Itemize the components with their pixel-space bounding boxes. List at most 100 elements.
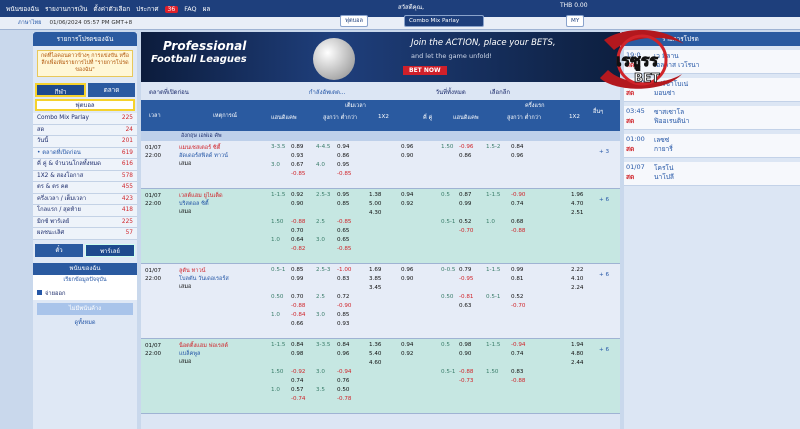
menu-item[interactable]: Combo Mix Parlay 225 <box>33 113 137 125</box>
league-select[interactable]: เลือกลีก <box>490 87 510 97</box>
selected-sport[interactable]: ฟุตบอล <box>35 99 135 111</box>
menu-item[interactable]: วันนี้ 201 <box>33 136 137 148</box>
refresh-link[interactable]: กำลังอัพเดต... <box>309 87 346 97</box>
odds-cell[interactable]: 2.44 <box>571 360 583 366</box>
odds-cell[interactable]: 2.22 <box>571 267 583 273</box>
odds-cell[interactable]: 0.66 <box>291 321 303 327</box>
odds-cell[interactable]: -0.78 <box>337 396 351 402</box>
odds-cell[interactable]: 3.45 <box>369 285 381 291</box>
odds-cell[interactable]: -1.00 <box>337 267 351 273</box>
odds-cell[interactable]: 0.90 <box>401 276 413 282</box>
odds-cell[interactable]: 0.96 <box>511 153 523 159</box>
odds-cell[interactable]: 0.52 <box>511 294 523 300</box>
away-team[interactable]: แบล็คพูล <box>179 350 200 358</box>
nav-my-bets[interactable]: พนันของฉัน <box>6 4 39 14</box>
odds-cell[interactable]: 4.80 <box>571 351 583 357</box>
odds-cell[interactable]: 0.87 <box>459 192 471 198</box>
odds-cell[interactable]: 0.92 <box>401 351 413 357</box>
nav-results[interactable]: ผล <box>203 4 211 14</box>
odds-cell[interactable]: 1.94 <box>571 342 583 348</box>
odds-cell[interactable]: 1.36 <box>369 342 381 348</box>
home-team[interactable]: แมนเชสเตอร์ ซิตี้ <box>179 144 220 152</box>
odds-cell[interactable]: 0.98 <box>459 342 471 348</box>
menu-item[interactable]: สด 24 <box>33 124 137 136</box>
odds-cell[interactable]: 0.85 <box>291 267 303 273</box>
odds-cell[interactable]: -0.96 <box>459 144 473 150</box>
odds-cell[interactable]: 0.99 <box>459 201 471 207</box>
more-markets-link[interactable]: + 6 <box>599 272 609 278</box>
odds-cell[interactable]: 0.93 <box>291 153 303 159</box>
odds-cell[interactable]: -0.82 <box>291 246 305 252</box>
odds-cell[interactable]: 0.50 <box>337 387 349 393</box>
menu-item[interactable]: ตร & ตร คต 455 <box>33 182 137 194</box>
odds-cell[interactable]: 0.95 <box>337 192 349 198</box>
odds-cell[interactable]: -0.94 <box>337 369 351 375</box>
home-team[interactable]: ลูตัน ทาวน์ <box>179 267 205 275</box>
odds-cell[interactable]: 0.52 <box>459 219 471 225</box>
odds-cell[interactable]: 0.96 <box>401 144 413 150</box>
odds-cell[interactable]: -0.95 <box>459 276 473 282</box>
odds-cell[interactable]: -0.85 <box>291 171 305 177</box>
promo-banner[interactable]: Professional Football Leagues Join the A… <box>141 32 620 82</box>
odds-cell[interactable]: -0.88 <box>291 219 305 225</box>
odds-cell[interactable]: -0.88 <box>291 303 305 309</box>
odds-cell[interactable]: 0.92 <box>401 201 413 207</box>
odds-cell[interactable]: 0.90 <box>291 201 303 207</box>
odds-cell[interactable]: 4.30 <box>369 210 381 216</box>
odds-cell[interactable]: 0.96 <box>401 267 413 273</box>
odds-cell[interactable]: 0.99 <box>511 267 523 273</box>
league-row[interactable]: อังกฤษ เอฟเอ คัพ <box>141 131 620 141</box>
odds-cell[interactable]: 5.40 <box>369 351 381 357</box>
odds-cell[interactable]: 0.65 <box>337 237 349 243</box>
odds-cell[interactable]: 0.76 <box>337 378 349 384</box>
more-markets-link[interactable]: + 6 <box>599 197 609 203</box>
odds-cell[interactable]: 0.74 <box>511 351 523 357</box>
menu-item[interactable]: มิกซ์ พาร์เลย์ 225 <box>33 216 137 228</box>
away-team[interactable]: บริสตอล ซิตี้ <box>179 200 209 208</box>
odds-cell[interactable]: 0.84 <box>511 144 523 150</box>
odds-cell[interactable]: 0.90 <box>459 351 471 357</box>
odds-cell[interactable]: 0.94 <box>337 144 349 150</box>
menu-item[interactable]: โกลแรก / สุดท้าย 418 <box>33 205 137 217</box>
odds-cell[interactable]: -0.90 <box>337 303 351 309</box>
odds-cell[interactable]: 0.81 <box>511 276 523 282</box>
menu-item[interactable]: ครึ่งเวลา / เต็มเวลา 423 <box>33 193 137 205</box>
menu-item[interactable]: คี่ คู่ & จำนวนโกลทั้งหมด 616 <box>33 159 137 171</box>
odds-cell[interactable]: 0.93 <box>337 321 349 327</box>
menu-item[interactable]: ผลชนะเลิศ 57 <box>33 228 137 240</box>
odds-cell[interactable]: -0.88 <box>511 228 525 234</box>
away-team[interactable]: โบลตัน วันเดอเรอร์ส <box>179 275 229 283</box>
more-markets-link[interactable]: + 3 <box>599 149 609 155</box>
nav-preferences[interactable]: ตั้งค่าตัวเลือก <box>93 4 130 14</box>
odds-cell[interactable]: 0.90 <box>401 153 413 159</box>
odds-cell[interactable]: 1.96 <box>571 192 583 198</box>
date-filter[interactable]: วันที่ทั้งหมด <box>436 87 466 97</box>
odds-cell[interactable]: 0.99 <box>291 276 303 282</box>
odds-cell[interactable]: 0.57 <box>291 387 303 393</box>
nav-statement[interactable]: รายงานการเงิน <box>45 4 87 14</box>
odds-cell[interactable]: -0.84 <box>291 312 305 318</box>
tab-ticket[interactable]: ตั๋ว <box>35 243 83 257</box>
menu-item[interactable]: 1X2 & สองโอกาส 578 <box>33 170 137 182</box>
no-bets-button[interactable]: ไม่มีพนันค้าง <box>37 302 133 315</box>
odds-cell[interactable]: 0.92 <box>291 192 303 198</box>
nav-faq[interactable]: FAQ <box>184 5 196 13</box>
odds-cell[interactable]: -0.70 <box>511 303 525 309</box>
language-select[interactable]: ภาษาไทย <box>18 19 41 27</box>
odds-cell[interactable]: 0.84 <box>337 342 349 348</box>
odds-cell[interactable]: 0.85 <box>337 312 349 318</box>
sport-button[interactable]: ฟุตบอล <box>340 15 368 27</box>
odds-cell[interactable]: 0.85 <box>337 201 349 207</box>
odds-cell[interactable]: 0.72 <box>337 294 349 300</box>
odds-cell[interactable]: 0.70 <box>291 294 303 300</box>
odds-cell[interactable]: 0.94 <box>401 342 413 348</box>
bet-now-button[interactable]: BET NOW <box>403 66 447 75</box>
odds-cell[interactable]: 0.98 <box>291 351 303 357</box>
odds-cell[interactable]: 0.86 <box>459 153 471 159</box>
odds-cell[interactable]: 1.69 <box>369 267 381 273</box>
odds-cell[interactable]: -0.73 <box>459 378 473 384</box>
home-team[interactable]: น็อตติ้งแฮม ฟอเรสต์ <box>179 342 228 350</box>
odds-cell[interactable]: -0.90 <box>511 192 525 198</box>
checkbox-icon[interactable] <box>37 290 42 295</box>
odds-cell[interactable]: 0.64 <box>291 237 303 243</box>
